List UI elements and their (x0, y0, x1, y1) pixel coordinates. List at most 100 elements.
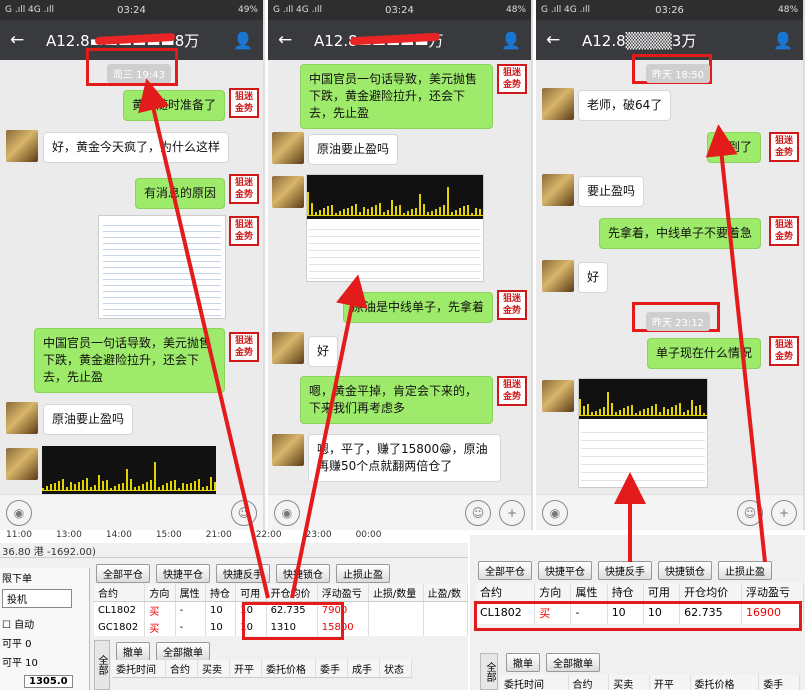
chat-panel-3: G .ıll 4G .ıll 03:26 48% ← A12.8▒▒▒▒3万 👤… (536, 0, 805, 530)
quick-close-button[interactable]: 快捷平仓 (538, 561, 592, 580)
chart-spike (86, 478, 88, 490)
seal-logo: 狙迷 金势 (229, 216, 259, 246)
close-all-button[interactable]: 全部平仓 (96, 564, 150, 583)
user-profile-icon[interactable]: 👤 (773, 31, 793, 50)
quick-close-button[interactable]: 快捷平仓 (156, 564, 210, 583)
time-tick: 22:00 (255, 530, 282, 540)
voice-icon[interactable]: ◉ (6, 499, 32, 526)
back-arrow-icon[interactable]: ← (546, 30, 568, 50)
quick-lock-button[interactable]: 快捷锁仓 (658, 561, 712, 580)
quick-lock-button[interactable]: 快捷锁仓 (276, 564, 330, 583)
column-header: 委托时间 (112, 660, 166, 678)
voice-icon[interactable]: ◉ (542, 499, 568, 526)
plus-icon[interactable]: + (499, 499, 525, 526)
avatar[interactable] (272, 176, 304, 208)
image-message[interactable] (98, 215, 226, 319)
chat-area: 昨天 18:50 老师，破64了 看到了 狙迷 金势 要止盈吗 先拿着，中线单子不… (536, 54, 803, 494)
message-bubble-sent: 中国官员一句话导致，美元抛售下跌，黄金避险拉升，还会下去，先止盈 (34, 328, 225, 393)
chart-spike (190, 482, 192, 490)
cell-holding: 10 (205, 601, 237, 619)
seal-logo: 狙迷 金势 (229, 332, 259, 362)
column-header: 委手 (315, 660, 348, 678)
cancel-all-button[interactable]: 全部撤单 (546, 653, 600, 672)
avatar[interactable] (6, 448, 38, 480)
chart-spike (579, 398, 581, 415)
chart-spike (351, 205, 353, 215)
order-toolbar: 撤单 全部撤单 (116, 642, 210, 661)
seal-logo: 狙迷 金势 (769, 216, 799, 246)
quick-reverse-button[interactable]: 快捷反手 (216, 564, 270, 583)
avatar[interactable] (542, 88, 574, 120)
back-arrow-icon[interactable]: ← (278, 30, 300, 50)
voice-icon[interactable]: ◉ (274, 499, 300, 526)
avatar[interactable] (542, 380, 574, 412)
column-header: 开仓均价 (679, 583, 743, 602)
chart-spike (150, 480, 152, 490)
chart-spike (170, 481, 172, 490)
stop-loss-profit-button[interactable]: 止损止盈 (336, 564, 390, 583)
closable-qty: 可平 10 (2, 658, 38, 669)
chart-image-message[interactable] (42, 446, 216, 494)
column-header: 持仓 (205, 584, 237, 602)
column-header: 合约 (476, 583, 536, 602)
time-tick: 00:00 (355, 530, 382, 540)
chart-spike (210, 476, 212, 490)
message-bubble-received: 嗯，平了，赚了15800😁，原油再赚50个点就翻两倍仓了 (308, 434, 501, 482)
position-toolbar: 全部平仓 快捷平仓 快捷反手 快捷锁仓 止损止盈 (96, 564, 390, 583)
account-select[interactable]: 投机 (2, 589, 72, 608)
chart-spike (627, 406, 629, 415)
back-arrow-icon[interactable]: ← (10, 30, 32, 50)
avatar[interactable] (6, 402, 38, 434)
seal-logo: 狙迷 金势 (769, 132, 799, 162)
chart-image-message[interactable] (578, 378, 708, 488)
chat-panel-1: G .ıll 4G .ıll 03:24 49% ← A12.8▬▬▬▬▬▬8万… (0, 0, 265, 530)
message-bubble-sent: 原油是中线单子，先拿着 (342, 292, 493, 323)
avatar[interactable] (272, 332, 304, 364)
emoji-icon[interactable]: ☺ (737, 499, 763, 526)
message-bubble-sent: 有消息的原因 (134, 178, 225, 209)
time-tick: 21:00 (205, 530, 232, 540)
emoji-icon[interactable]: ☺ (231, 499, 257, 526)
clock: 03:24 (385, 4, 414, 16)
user-profile-icon[interactable]: 👤 (501, 31, 521, 50)
avatar[interactable] (6, 130, 38, 162)
column-header: 属性 (175, 584, 206, 602)
plus-icon[interactable]: + (771, 499, 797, 526)
avatar[interactable] (542, 260, 574, 292)
cancel-all-button[interactable]: 全部撤单 (156, 642, 210, 661)
chart-spike (347, 207, 349, 215)
avatar[interactable] (272, 132, 304, 164)
chart-spike (619, 410, 621, 415)
cancel-order-button[interactable]: 撤单 (116, 642, 150, 661)
column-header: 开平 (229, 660, 262, 678)
chart-spike (695, 406, 697, 415)
close-all-button[interactable]: 全部平仓 (478, 561, 532, 580)
chart-spike (94, 485, 96, 490)
chart-spike (178, 488, 180, 490)
chart-spike (90, 486, 92, 490)
chart-spike (383, 211, 385, 215)
chart-spike (335, 213, 337, 215)
highlight-box (242, 602, 344, 640)
position-toolbar: 全部平仓 快捷平仓 快捷反手 快捷锁仓 止损止盈 (478, 561, 772, 580)
message-bubble-sent: 黄金随时准备了 (122, 90, 225, 121)
all-tab[interactable]: 全部 (480, 653, 498, 690)
chart-image-message[interactable] (306, 174, 484, 282)
quick-reverse-button[interactable]: 快捷反手 (598, 561, 652, 580)
message-bubble-sent: 先拿着，中线单子不要着急 (598, 218, 761, 249)
avatar[interactable] (272, 434, 304, 466)
chart-spike (647, 407, 649, 415)
column-header: 可用 (235, 584, 267, 602)
auto-checkbox[interactable]: ☐ 自动 (0, 610, 89, 633)
emoji-icon[interactable]: ☺ (465, 499, 491, 526)
chart-spike (194, 480, 196, 490)
price-field[interactable]: 1305.0 (24, 675, 73, 688)
cancel-order-button[interactable]: 撤单 (506, 653, 540, 672)
message-bubble-received: 好 (308, 336, 339, 367)
avatar[interactable] (542, 174, 574, 206)
stop-loss-profit-button[interactable]: 止损止盈 (718, 561, 772, 580)
user-profile-icon[interactable]: 👤 (233, 31, 253, 50)
chart-spike (319, 210, 321, 215)
battery-level: 49% (237, 5, 258, 15)
all-tab[interactable]: 全部 (94, 640, 110, 690)
